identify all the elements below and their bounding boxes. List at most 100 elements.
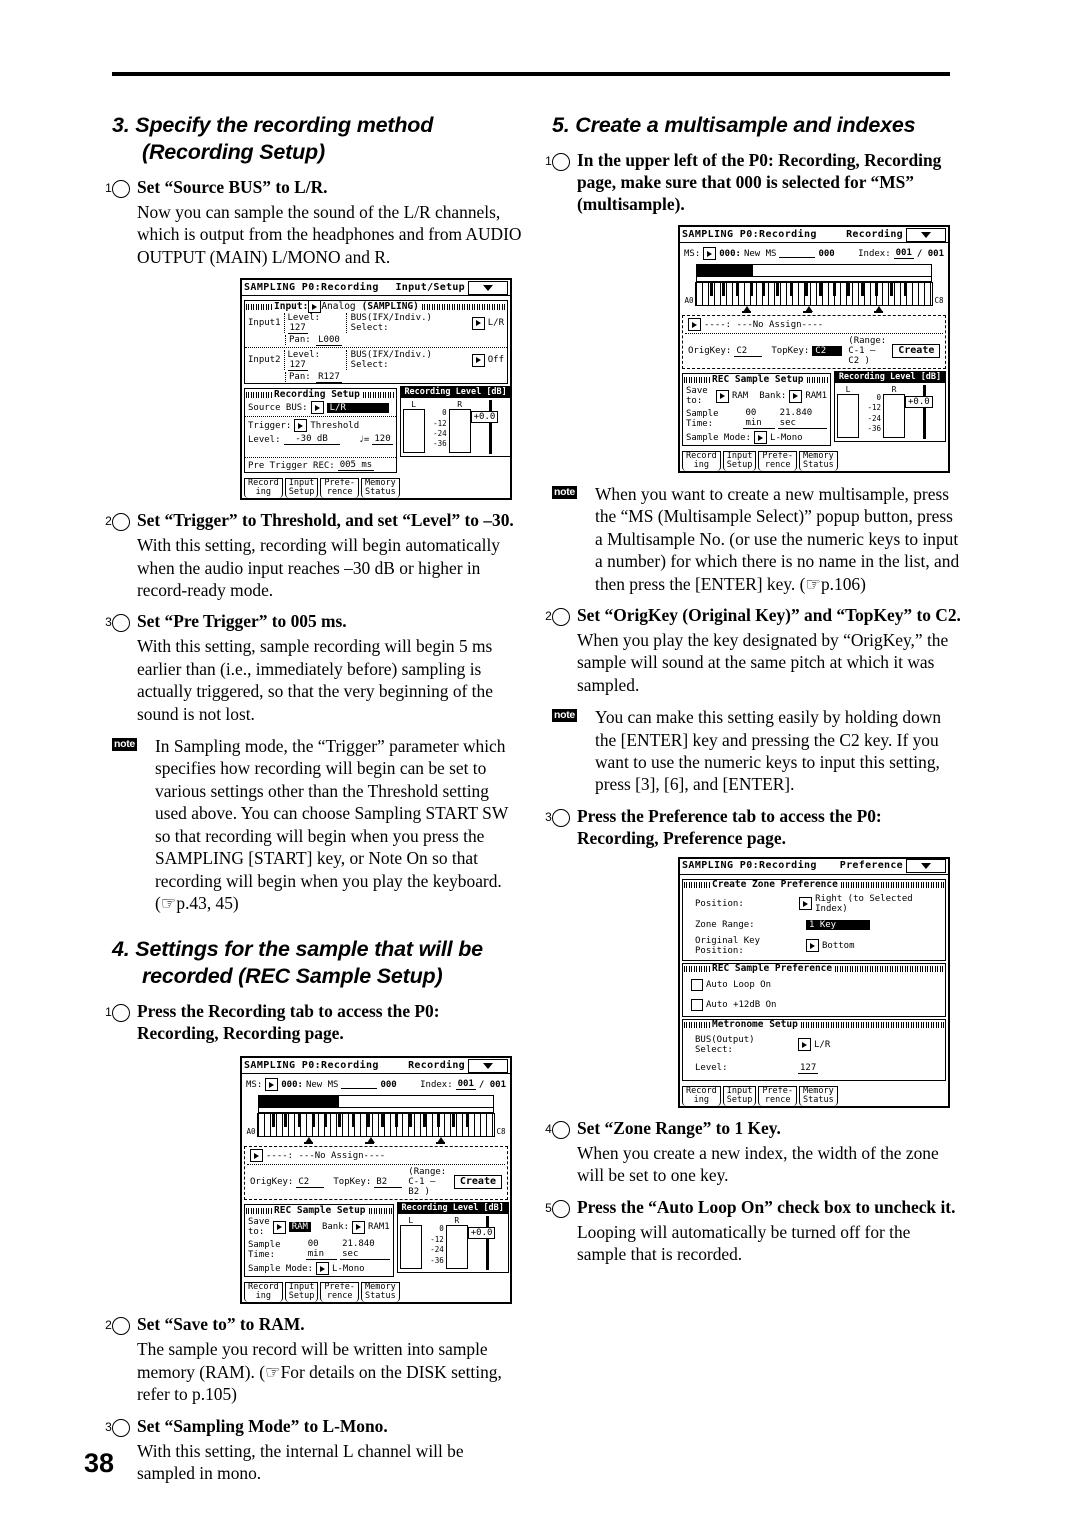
meter-left-channel: L xyxy=(402,400,425,454)
step-5-4-body: When you create a new index, the width o… xyxy=(577,1142,939,1186)
rec-sample-setup-title: REC Sample Setup xyxy=(274,1204,366,1216)
level-value[interactable]: -30 dB xyxy=(283,434,340,446)
ms-popup-button[interactable] xyxy=(265,1078,279,1092)
tab-preference[interactable]: Prefe-rence xyxy=(758,451,798,471)
topkey-value[interactable]: C2 xyxy=(812,346,843,356)
tab-recording[interactable]: Record ing xyxy=(682,451,721,471)
trigger-popup-button[interactable] xyxy=(294,419,308,433)
meter-right-channel: R xyxy=(445,1216,468,1270)
lcd-preference[interactable]: SAMPLING P0:Recording Preference Create … xyxy=(678,856,950,1108)
tab-recording[interactable]: Record ing xyxy=(244,478,283,499)
index-label: Index: xyxy=(420,1079,453,1090)
tab-line2: ing xyxy=(255,487,272,498)
input-mode: (SAMPLING) xyxy=(361,300,419,312)
sample-mode-popup-button[interactable] xyxy=(316,1262,330,1276)
input2-bus-popup-button[interactable] xyxy=(471,353,485,367)
lcd-recording-right[interactable]: SAMPLING P0:Recording Recording MS: 000:… xyxy=(678,225,950,473)
index-value[interactable]: 001 xyxy=(455,1079,476,1091)
auto-loop-row[interactable]: Auto Loop On xyxy=(683,975,945,995)
create-button[interactable]: Create xyxy=(453,1175,502,1190)
slider-value[interactable]: +0.0 xyxy=(467,1227,496,1240)
tab-preference[interactable]: Prefe-rence xyxy=(320,478,360,499)
lcd-recording-bottom-left[interactable]: SAMPLING P0:Recording Recording MS: 000:… xyxy=(240,1056,512,1305)
meter-title: Recording Level [dB] xyxy=(397,1203,508,1215)
piano-keyboard[interactable] xyxy=(695,282,933,306)
bank-popup-button[interactable] xyxy=(352,1220,366,1234)
zone-range-row: Zone Range: 1 Key xyxy=(683,917,945,933)
section-heading-4: 4. Settings for the sample that will be … xyxy=(112,937,483,989)
input2-level-value[interactable]: 127 xyxy=(287,360,308,372)
tab-memory-status[interactable]: Memory Status xyxy=(799,1085,838,1106)
save-to-value[interactable]: RAM xyxy=(288,1222,311,1233)
recording-level-slider[interactable]: +0.0 xyxy=(905,385,943,439)
save-to-popup-button[interactable] xyxy=(272,1220,286,1234)
recording-level-slider[interactable]: +0.0 xyxy=(470,400,509,455)
metronome-bus-popup-button[interactable] xyxy=(798,1038,811,1052)
right-column: 5. Create a multisample and indexes 1 In … xyxy=(545,112,962,1269)
hatch-right-icon xyxy=(362,391,395,398)
piano-keyboard[interactable] xyxy=(257,1113,495,1138)
orig-key-position-popup-button[interactable] xyxy=(806,939,819,953)
zone-range-value[interactable]: 1 Key xyxy=(806,919,870,930)
tab-memory-status[interactable]: Memory Status xyxy=(799,451,838,471)
tab-preference[interactable]: Prefe-rence xyxy=(758,1085,798,1106)
auto-loop-checkbox[interactable] xyxy=(691,978,703,991)
tempo-value[interactable]: 120 xyxy=(372,434,393,446)
page-menu-button[interactable] xyxy=(468,1058,508,1073)
slider-value[interactable]: +0.0 xyxy=(905,396,933,408)
sample-select-popup-button[interactable] xyxy=(688,318,701,331)
ms-suffix: 000 xyxy=(818,248,835,259)
auto-12db-row[interactable]: Auto +12dB On xyxy=(683,995,945,1016)
source-bus-value[interactable]: L/R xyxy=(326,402,389,413)
ms-popup-button[interactable] xyxy=(703,247,717,260)
input1-bus-popup-button[interactable] xyxy=(471,316,485,330)
tab-memory-status[interactable]: Memory Status xyxy=(361,478,400,499)
note-text: In Sampling mode, the “Trigger” paramete… xyxy=(155,736,508,913)
ms-name: New MS xyxy=(743,248,777,259)
section-heading-5: 5. Create a multisample and indexes xyxy=(552,113,916,137)
tab-line2: Status xyxy=(803,1094,834,1105)
level-label: Level: xyxy=(248,434,281,445)
origkey-value[interactable]: C2 xyxy=(734,346,763,357)
save-to-popup-button[interactable] xyxy=(715,389,729,403)
note-icon: note xyxy=(112,738,137,752)
page-menu-button[interactable] xyxy=(468,280,508,295)
meter-scale-1: -12 xyxy=(433,418,447,428)
auto-12db-checkbox[interactable] xyxy=(691,998,703,1011)
metronome-level-value[interactable]: 127 xyxy=(798,1063,819,1074)
tab-recording[interactable]: Record ing xyxy=(682,1085,721,1106)
input-popup-button[interactable] xyxy=(308,300,322,314)
bank-popup-button[interactable] xyxy=(789,389,803,403)
keyrange-row: OrigKey: C2 TopKey: B2 (Range: C-1 – B2 … xyxy=(247,1166,505,1198)
index-total: / 001 xyxy=(916,248,944,259)
tab-memory-status[interactable]: Memory Status xyxy=(361,1282,400,1303)
position-popup-button[interactable] xyxy=(799,897,813,911)
tab-input-setup[interactable]: Input Setup xyxy=(722,1085,757,1106)
slider-track xyxy=(485,1216,489,1271)
tab-preference[interactable]: Prefe-rence xyxy=(320,1282,360,1303)
hatch-right-icon xyxy=(840,882,944,889)
input1-pan-value[interactable]: L000 xyxy=(316,335,342,347)
tab-input-setup[interactable]: Input Setup xyxy=(284,1282,319,1303)
sample-select-popup-button[interactable] xyxy=(250,1149,263,1163)
topkey-value[interactable]: B2 xyxy=(374,1177,403,1188)
pretrigger-value[interactable]: 005 ms xyxy=(337,460,375,472)
lcd-input-setup[interactable]: SAMPLING P0:Recording Input/Setup Input:… xyxy=(240,278,512,501)
create-button[interactable]: Create xyxy=(892,344,941,358)
tab-input-setup[interactable]: Input Setup xyxy=(284,478,319,499)
recording-level-slider[interactable]: +0.0 xyxy=(467,1216,506,1271)
input1-level-value[interactable]: 127 xyxy=(287,323,308,335)
lcd-title-left: SAMPLING P0:Recording xyxy=(682,860,817,872)
tab-input-setup[interactable]: Input Setup xyxy=(722,451,757,471)
tab-recording[interactable]: Record ing xyxy=(244,1282,283,1303)
slider-value[interactable]: +0.0 xyxy=(470,411,499,424)
page-menu-button[interactable] xyxy=(906,227,946,242)
triangle-right-icon xyxy=(254,1152,259,1159)
source-bus-popup-button[interactable] xyxy=(310,401,324,415)
sample-mode-popup-button[interactable] xyxy=(754,431,768,444)
input2-pan-value[interactable]: R127 xyxy=(316,372,342,384)
origkey-value[interactable]: C2 xyxy=(296,1177,325,1188)
tab-line2: Setup xyxy=(288,1291,315,1302)
page-menu-button[interactable] xyxy=(906,859,946,874)
index-value[interactable]: 001 xyxy=(893,248,914,259)
